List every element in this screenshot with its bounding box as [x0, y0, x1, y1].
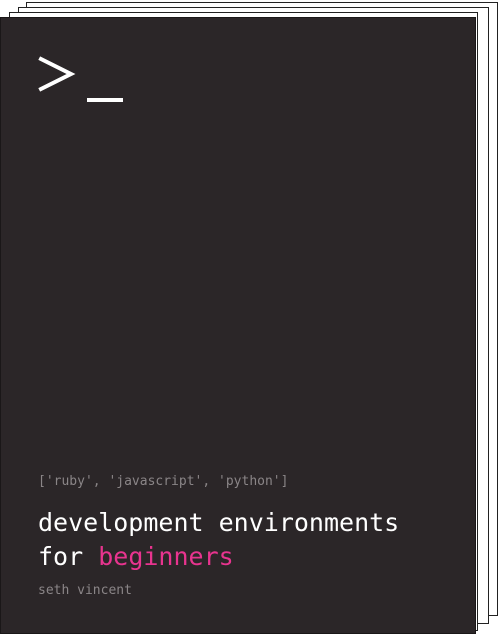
title-line-2-prefix: for: [38, 542, 99, 571]
book-illustration: ['ruby', 'javascript', 'python'] develop…: [0, 0, 500, 634]
book-cover: ['ruby', 'javascript', 'python'] develop…: [0, 17, 476, 634]
book-title: development environments for beginners: [38, 506, 399, 574]
author-name: seth vincent: [38, 583, 132, 598]
language-tags: ['ruby', 'javascript', 'python']: [38, 474, 289, 489]
terminal-prompt-icon: [38, 56, 123, 102]
title-line-1: development environments: [38, 508, 400, 537]
title-highlight: beginners: [98, 542, 234, 571]
title-line-2: for beginners: [38, 540, 399, 574]
